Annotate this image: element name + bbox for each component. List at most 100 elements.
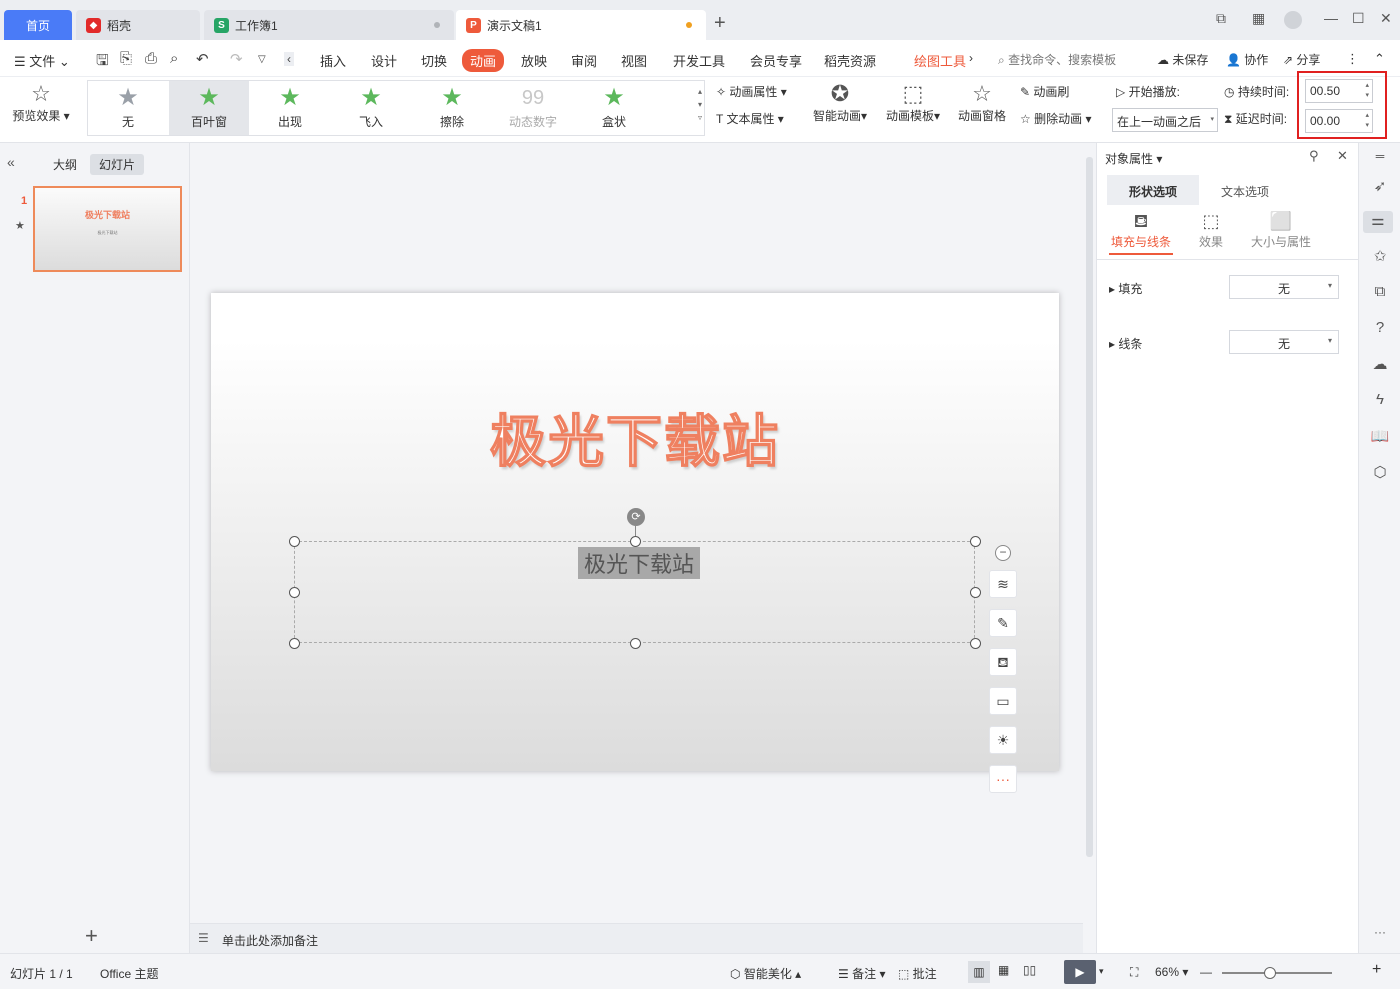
subtab-size-properties[interactable]: ⬜ 大小与属性 <box>1249 209 1313 250</box>
resize-handle-bottom[interactable] <box>630 638 641 649</box>
cloud-icon[interactable]: ☁ <box>1369 355 1391 377</box>
more-tabs-icon[interactable]: › <box>969 51 973 65</box>
zoom-in-icon[interactable]: + <box>1372 961 1381 979</box>
fit-window-icon[interactable]: ⛶ <box>1130 965 1138 980</box>
share-button[interactable]: ⇗ 分享 <box>1283 51 1320 68</box>
scroll-left-icon[interactable]: ‹ <box>284 52 294 66</box>
normal-view-icon[interactable]: ▥ <box>968 961 990 983</box>
resize-handle-right[interactable] <box>970 587 981 598</box>
effect-wipe[interactable]: ★ 擦除 <box>412 81 492 135</box>
line-select[interactable]: 无 ▾ <box>1229 330 1339 354</box>
preview-effect-button[interactable]: ☆ 预览效果 ▾ <box>8 81 74 124</box>
fill-section-toggle[interactable]: ▸ 填充 <box>1109 280 1142 297</box>
effect-fly-in[interactable]: ★ 飞入 <box>331 81 411 135</box>
slide-sorter-icon[interactable]: ▦ <box>998 963 1009 977</box>
redo-icon[interactable]: ↷ <box>230 50 243 68</box>
start-play-select[interactable]: 在上一动画之后 ▾ <box>1112 108 1218 132</box>
menu-item-review[interactable]: 审阅 <box>571 51 597 70</box>
add-tab-button[interactable]: + <box>714 12 726 35</box>
resize-handle-left[interactable] <box>289 587 300 598</box>
box-icon[interactable]: ⬡ <box>1369 463 1391 485</box>
more-options-icon[interactable]: ⋮ <box>1346 51 1359 67</box>
resize-handle-bottom-left[interactable] <box>289 638 300 649</box>
notes-placeholder[interactable]: 单击此处添加备注 <box>222 932 318 949</box>
tab-shape-options[interactable]: 形状选项 <box>1107 175 1199 205</box>
menu-item-animation[interactable]: 动画 <box>462 49 505 72</box>
tab-workbook[interactable]: S 工作簿1 <box>204 10 454 40</box>
undo-icon[interactable]: ↶ <box>196 50 209 68</box>
animation-star-icon[interactable]: ✩ <box>1369 247 1391 269</box>
resize-handle-bottom-right[interactable] <box>970 638 981 649</box>
lightning-icon[interactable]: ϟ <box>1369 391 1391 413</box>
slide-switch-icon[interactable]: ⧉ <box>1369 283 1391 305</box>
reading-view-icon[interactable]: ▯▯ <box>1023 963 1036 977</box>
notes-pane[interactable]: ☰ 单击此处添加备注 <box>190 923 1083 953</box>
theme-name[interactable]: Office 主题 <box>100 965 158 982</box>
zoom-slider-thumb[interactable] <box>1263 967 1276 979</box>
tab-presentation[interactable]: P 演示文稿1 <box>456 10 706 40</box>
text-properties-button[interactable]: T 文本属性 ▾ <box>716 110 784 127</box>
app-grid-icon[interactable]: ▦ <box>1252 10 1265 27</box>
pin-icon[interactable]: ⚲ <box>1309 148 1319 164</box>
more-tools-icon[interactable]: ··· <box>989 765 1017 793</box>
outline-icon[interactable]: ▭ <box>989 687 1017 715</box>
fill-select[interactable]: 无 ▾ <box>1229 275 1339 299</box>
scrollbar-thumb[interactable] <box>1086 157 1093 857</box>
animation-pane-button[interactable]: ☆ 动画窗格 <box>956 81 1008 124</box>
pen-icon[interactable]: ✎ <box>989 609 1017 637</box>
play-dropdown-icon[interactable]: ▾ <box>1099 966 1104 977</box>
close-icon[interactable]: ✕ <box>1380 10 1392 27</box>
rotate-handle-icon[interactable]: ⟳ <box>627 508 645 526</box>
vertical-scrollbar[interactable] <box>1083 143 1096 923</box>
zoom-out-icon[interactable]: — <box>1200 965 1212 979</box>
lightbulb-icon[interactable]: ☀ <box>989 726 1017 754</box>
zoom-level[interactable]: 66% ▾ <box>1155 965 1188 979</box>
properties-sliders-icon[interactable]: ⚌ <box>1363 211 1393 233</box>
close-panel-icon[interactable]: ✕ <box>1337 148 1348 164</box>
effect-box[interactable]: ★ 盒状 <box>574 81 654 135</box>
slide-subtitle-text[interactable]: 极光下载站 <box>578 547 701 579</box>
delete-animation-button[interactable]: ☆ 删除动画 ▾ <box>1020 110 1091 127</box>
tab-docer[interactable]: ◆ 稻壳 <box>76 10 200 40</box>
menu-item-member[interactable]: 会员专享 <box>750 51 802 70</box>
rocket-icon[interactable]: ➶ <box>1369 177 1391 199</box>
menu-item-docer-resources[interactable]: 稻壳资源 <box>824 51 876 70</box>
slide-thumbnail[interactable]: 极光下载站 极光下载站 <box>33 186 182 272</box>
menu-item-transition[interactable]: 切换 <box>421 51 447 70</box>
print-preview-icon[interactable]: ⌕ <box>170 50 178 67</box>
menu-item-view[interactable]: 视图 <box>621 51 647 70</box>
book-icon[interactable]: 📖 <box>1369 427 1391 449</box>
resize-handle-top-right[interactable] <box>970 536 981 547</box>
print-icon[interactable]: ⎙ <box>145 50 157 67</box>
slide-title-text[interactable]: 极光下载站 <box>211 397 1059 478</box>
effect-dynamic-number[interactable]: 99 动态数字 <box>493 81 573 135</box>
menu-item-insert[interactable]: 插入 <box>320 51 346 70</box>
collapse-panel-icon[interactable]: « <box>7 154 15 170</box>
layout-toggle-icon[interactable]: ⧉ <box>1216 10 1226 27</box>
notes-button[interactable]: ☰ 备注 ▾ <box>838 965 885 982</box>
fill-bucket-icon[interactable]: ⛾ <box>989 648 1017 676</box>
panel-title[interactable]: 对象属性 ▾ <box>1105 150 1162 167</box>
subtab-effect[interactable]: ⬚ 效果 <box>1193 209 1229 250</box>
tab-text-options[interactable]: 文本选项 <box>1199 175 1291 205</box>
collapse-toolbar-icon[interactable]: − <box>995 545 1011 561</box>
effect-blinds[interactable]: ★ 百叶窗 <box>169 81 249 135</box>
quick-access-dropdown-icon[interactable]: ▽ <box>258 54 266 65</box>
tab-outline[interactable]: 大纲 <box>44 154 86 175</box>
menu-item-slideshow[interactable]: 放映 <box>521 51 547 70</box>
smart-beautify-button[interactable]: ⬡ 智能美化 ▴ <box>730 965 801 982</box>
help-icon[interactable]: ? <box>1369 319 1391 341</box>
effect-appear[interactable]: ★ 出现 <box>250 81 330 135</box>
smart-animation-button[interactable]: ✪ 智能动画▾ <box>811 81 869 124</box>
avatar[interactable] <box>1284 11 1302 29</box>
layer-icon[interactable]: ≋ <box>989 570 1017 598</box>
animation-properties-button[interactable]: ✧ 动画属性 ▾ <box>716 83 787 100</box>
add-slide-icon[interactable]: + <box>85 923 98 949</box>
menu-item-design[interactable]: 设计 <box>371 51 397 70</box>
export-pdf-icon[interactable]: ⎘ <box>120 50 132 67</box>
menu-item-drawing-tools[interactable]: 绘图工具 <box>914 51 966 70</box>
minimize-icon[interactable]: — <box>1324 10 1338 26</box>
resize-handle-top-left[interactable] <box>289 536 300 547</box>
gallery-scroll-icon[interactable]: ▴ ▾ ▿ <box>698 85 702 124</box>
comments-button[interactable]: ⬚ 批注 <box>898 965 937 982</box>
